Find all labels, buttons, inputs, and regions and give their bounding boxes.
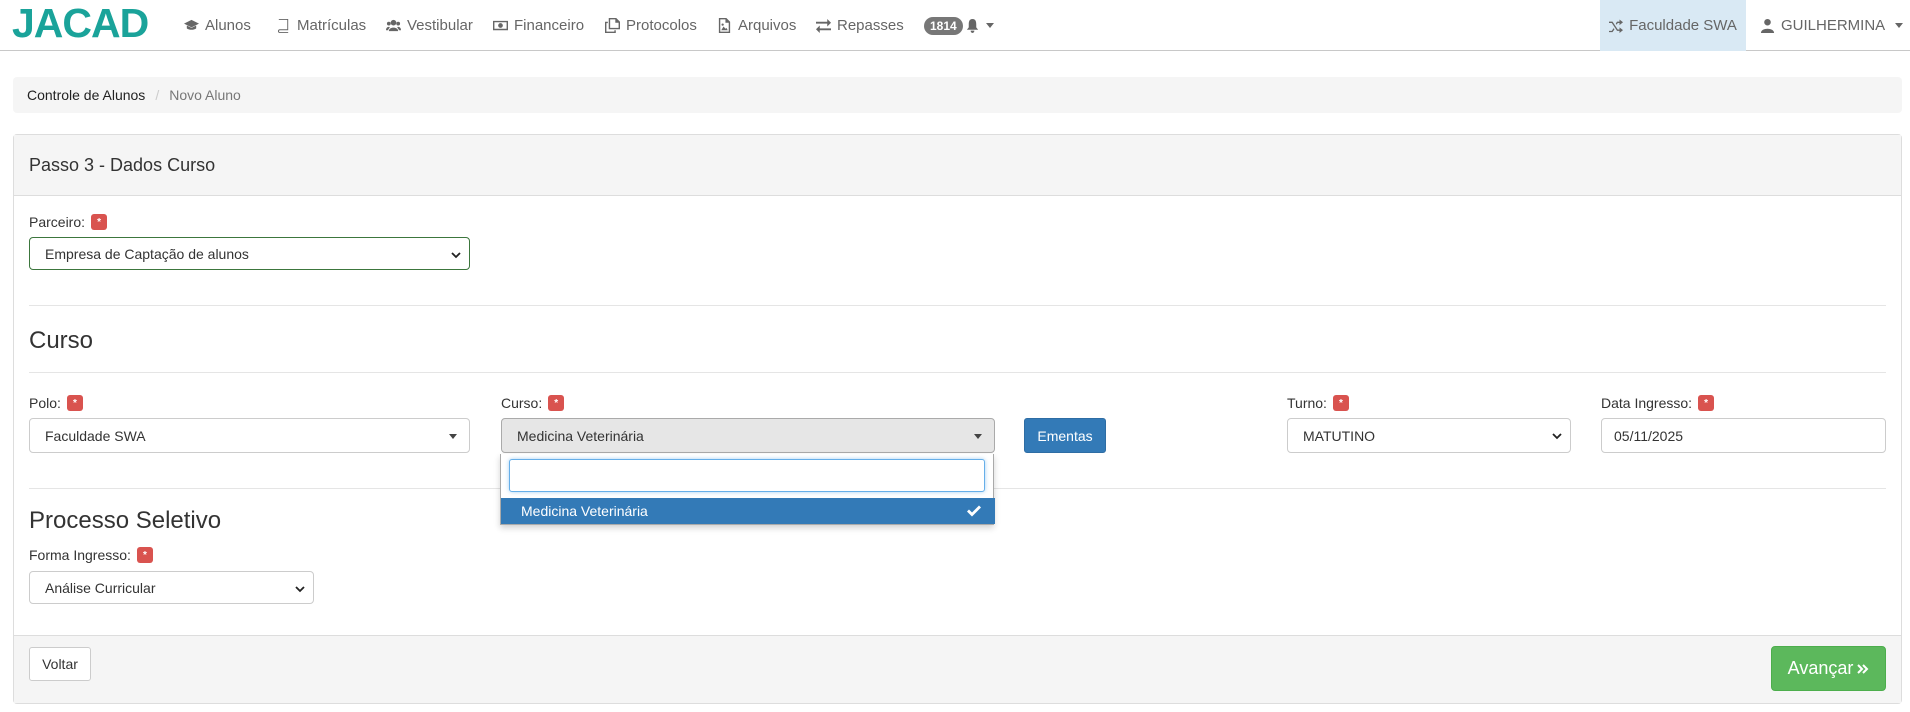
divider	[29, 305, 1886, 306]
divider	[29, 372, 1886, 373]
nav-vestibular-label: Vestibular	[407, 16, 473, 34]
nav-protocolos[interactable]: Protocolos	[605, 0, 697, 51]
breadcrumb-separator: /	[155, 87, 160, 103]
faculty-switch-label: Faculdade SWA	[1629, 17, 1737, 34]
turno-select-value: MATUTINO	[1303, 427, 1376, 444]
forma-ingresso-select[interactable]: Análise Curricular	[29, 571, 314, 604]
nav-repasses-label: Repasses	[837, 16, 904, 34]
nav-alunos-label: Alunos	[205, 16, 251, 34]
breadcrumb-controle-alunos[interactable]: Controle de Alunos	[27, 87, 145, 103]
polo-select-value: Faculdade SWA	[45, 427, 146, 444]
curso-label-text: Curso:	[501, 395, 543, 411]
nav-matriculas-label: Matrículas	[297, 16, 367, 34]
avancar-button-label: Avançar	[1787, 658, 1854, 678]
breadcrumb: Controle de Alunos / Novo Aluno	[13, 77, 1902, 113]
book-icon	[277, 18, 289, 33]
polo-select[interactable]: Faculdade SWA	[29, 418, 470, 453]
exchange-icon	[816, 18, 831, 33]
svg-text:JACAD: JACAD	[12, 0, 148, 46]
chevron-down-icon	[985, 23, 994, 28]
users-icon	[386, 19, 401, 32]
required-badge: *	[136, 547, 153, 563]
chevron-down-icon	[974, 434, 982, 439]
turno-select[interactable]: MATUTINO	[1287, 418, 1571, 453]
panel-footer: Voltar Avançar	[14, 635, 1901, 703]
curso-dropdown: Medicina Veterinária	[500, 454, 995, 525]
section-title-processo-seletivo: Processo Seletivo	[29, 507, 222, 534]
form-panel: Passo 3 - Dados Curso Parceiro: * Empres…	[13, 134, 1902, 704]
polo-label-text: Polo:	[29, 395, 61, 411]
data-ingresso-label: Data Ingresso: *	[1601, 395, 1715, 411]
required-badge: *	[1698, 395, 1715, 411]
nav-financeiro-label: Financeiro	[514, 16, 585, 34]
parceiro-select-value: Empresa de Captação de alunos	[45, 245, 249, 262]
nav-financeiro[interactable]: Financeiro	[493, 0, 584, 51]
data-ingresso-input[interactable]: 05/11/2025	[1601, 418, 1886, 453]
nav-arquivos[interactable]: Arquivos	[717, 0, 796, 51]
parceiro-select[interactable]: Empresa de Captação de alunos	[29, 237, 470, 270]
curso-select-value: Medicina Veterinária	[517, 427, 644, 444]
required-badge: *	[66, 395, 83, 411]
avancar-button[interactable]: Avançar	[1771, 646, 1886, 691]
top-navbar: JACAD Alunos Matrículas Vestibular Finan…	[0, 0, 1910, 51]
parceiro-label-text: Parceiro:	[29, 214, 86, 230]
user-icon	[1760, 18, 1775, 33]
voltar-button[interactable]: Voltar	[29, 647, 91, 681]
nav-matriculas[interactable]: Matrículas	[276, 0, 366, 51]
graduation-cap-icon	[184, 19, 199, 30]
random-icon	[1609, 18, 1624, 33]
nav-arquivos-label: Arquivos	[738, 16, 797, 34]
nav-repasses[interactable]: Repasses	[816, 0, 904, 51]
polo-label: Polo: *	[29, 395, 83, 411]
curso-label: Curso: *	[501, 395, 565, 411]
money-icon	[493, 20, 508, 31]
chevron-down-icon	[451, 252, 461, 259]
double-chevron-right-icon	[1857, 663, 1869, 674]
curso-dropdown-search-input[interactable]	[509, 459, 985, 492]
file-image-icon	[718, 18, 731, 33]
jacad-logo[interactable]: JACAD	[12, 0, 157, 51]
user-menu[interactable]: GUILHERMINA	[1760, 0, 1904, 51]
user-menu-label: GUILHERMINA	[1781, 16, 1886, 34]
turno-label-text: Turno:	[1287, 395, 1327, 411]
curso-option-medicina-veterinaria[interactable]: Medicina Veterinária	[501, 498, 995, 524]
curso-option-label: Medicina Veterinária	[521, 503, 648, 519]
forma-ingresso-label-text: Forma Ingresso:	[29, 547, 131, 563]
data-ingresso-value: 05/11/2025	[1614, 427, 1684, 444]
nav-alunos[interactable]: Alunos	[184, 0, 251, 51]
check-icon	[967, 505, 981, 517]
faculty-switch[interactable]: Faculdade SWA	[1600, 0, 1746, 51]
turno-label: Turno: *	[1287, 395, 1349, 411]
chevron-down-icon	[449, 434, 457, 439]
curso-select[interactable]: Medicina Veterinária	[501, 418, 995, 453]
required-badge: *	[548, 395, 565, 411]
ementas-button[interactable]: Ementas	[1024, 418, 1106, 453]
required-badge: *	[1332, 395, 1349, 411]
nav-vestibular[interactable]: Vestibular	[386, 0, 473, 51]
required-badge: *	[91, 214, 108, 230]
data-ingresso-label-text: Data Ingresso:	[1601, 395, 1693, 411]
forma-ingresso-select-value: Análise Curricular	[45, 579, 156, 596]
notifications-menu[interactable]: 1814	[924, 0, 994, 51]
chevron-down-icon	[1895, 23, 1904, 28]
bell-icon	[966, 18, 978, 33]
chevron-down-icon	[1552, 433, 1562, 440]
parceiro-label: Parceiro: *	[29, 214, 108, 230]
chevron-down-icon	[295, 586, 305, 593]
copy-icon	[605, 18, 620, 33]
forma-ingresso-label: Forma Ingresso: *	[29, 547, 153, 563]
nav-protocolos-label: Protocolos	[626, 16, 697, 34]
section-title-curso: Curso	[29, 327, 94, 354]
breadcrumb-novo-aluno: Novo Aluno	[169, 87, 241, 103]
notification-count-badge: 1814	[924, 16, 963, 35]
panel-title: Passo 3 - Dados Curso	[14, 135, 1901, 196]
